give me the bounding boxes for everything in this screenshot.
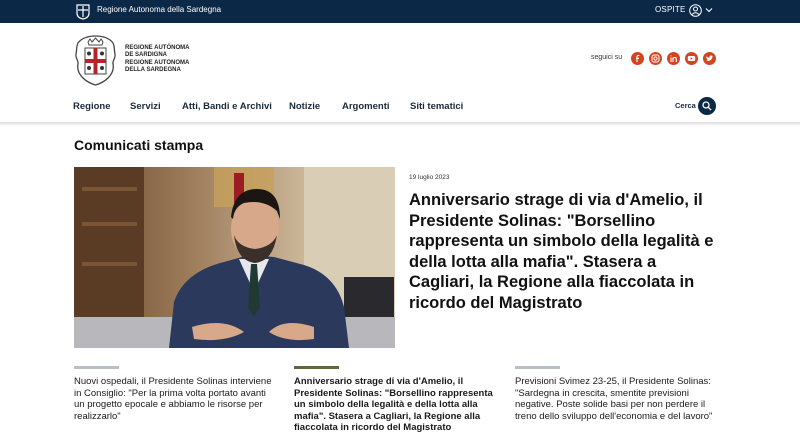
logo-line: REGIONE AUTONOMA — [125, 60, 190, 66]
user-icon[interactable] — [689, 4, 702, 17]
follow-label: seguici su — [591, 54, 623, 61]
news-card-2[interactable]: Anniversario strage di via d'Amelio, il … — [294, 376, 499, 434]
logo-line: REGIONE AUTÒNOMA — [125, 45, 190, 51]
instagram-icon[interactable] — [649, 52, 662, 65]
chevron-down-icon[interactable] — [705, 7, 713, 13]
card-indicator-active — [294, 366, 339, 369]
search-icon — [702, 101, 712, 111]
logo-line: DELLA SARDEGNA — [125, 67, 181, 73]
top-bar: Regione Autonoma della Sardegna OSPITE — [0, 0, 800, 23]
region-home-link[interactable]: Regione Autonoma della Sardegna — [97, 5, 221, 14]
search-button[interactable] — [698, 97, 716, 115]
region-logo[interactable] — [73, 34, 118, 86]
nav-item-regione[interactable]: Regione — [73, 101, 110, 112]
nav-item-argomenti[interactable]: Argomenti — [342, 101, 390, 112]
news-card-3[interactable]: Previsioni Svimez 23-25, il Presidente S… — [515, 376, 720, 422]
featured-image[interactable] — [74, 167, 395, 348]
nav-item-servizi[interactable]: Servizi — [130, 101, 161, 112]
facebook-icon[interactable] — [631, 52, 644, 65]
region-emblem-icon — [76, 4, 90, 20]
nav-item-atti-bandi-archivi[interactable]: Atti, Bandi e Archivi — [182, 101, 272, 112]
nav-divider — [0, 122, 800, 126]
news-card-1[interactable]: Nuovi ospedali, il Presidente Solinas in… — [74, 376, 279, 422]
linkedin-icon[interactable] — [667, 52, 680, 65]
card-indicator — [515, 366, 560, 369]
search-label[interactable]: Cerca — [675, 101, 696, 110]
logo-line: DE SARDIGNA — [125, 52, 168, 58]
nav-item-siti-tematici[interactable]: Siti tematici — [410, 101, 463, 112]
user-label[interactable]: OSPITE — [655, 5, 686, 14]
section-title: Comunicati stampa — [74, 137, 204, 153]
twitter-icon[interactable] — [703, 52, 716, 65]
nav-item-notizie[interactable]: Notizie — [289, 101, 320, 112]
youtube-icon[interactable] — [685, 52, 698, 65]
featured-title[interactable]: Anniversario strage di via d'Amelio, il … — [409, 190, 719, 313]
logo-text: REGIONE AUTÒNOMA DE SARDIGNA REGIONE AUT… — [125, 45, 189, 74]
featured-date: 19 luglio 2023 — [409, 174, 450, 181]
card-indicator — [74, 366, 119, 369]
